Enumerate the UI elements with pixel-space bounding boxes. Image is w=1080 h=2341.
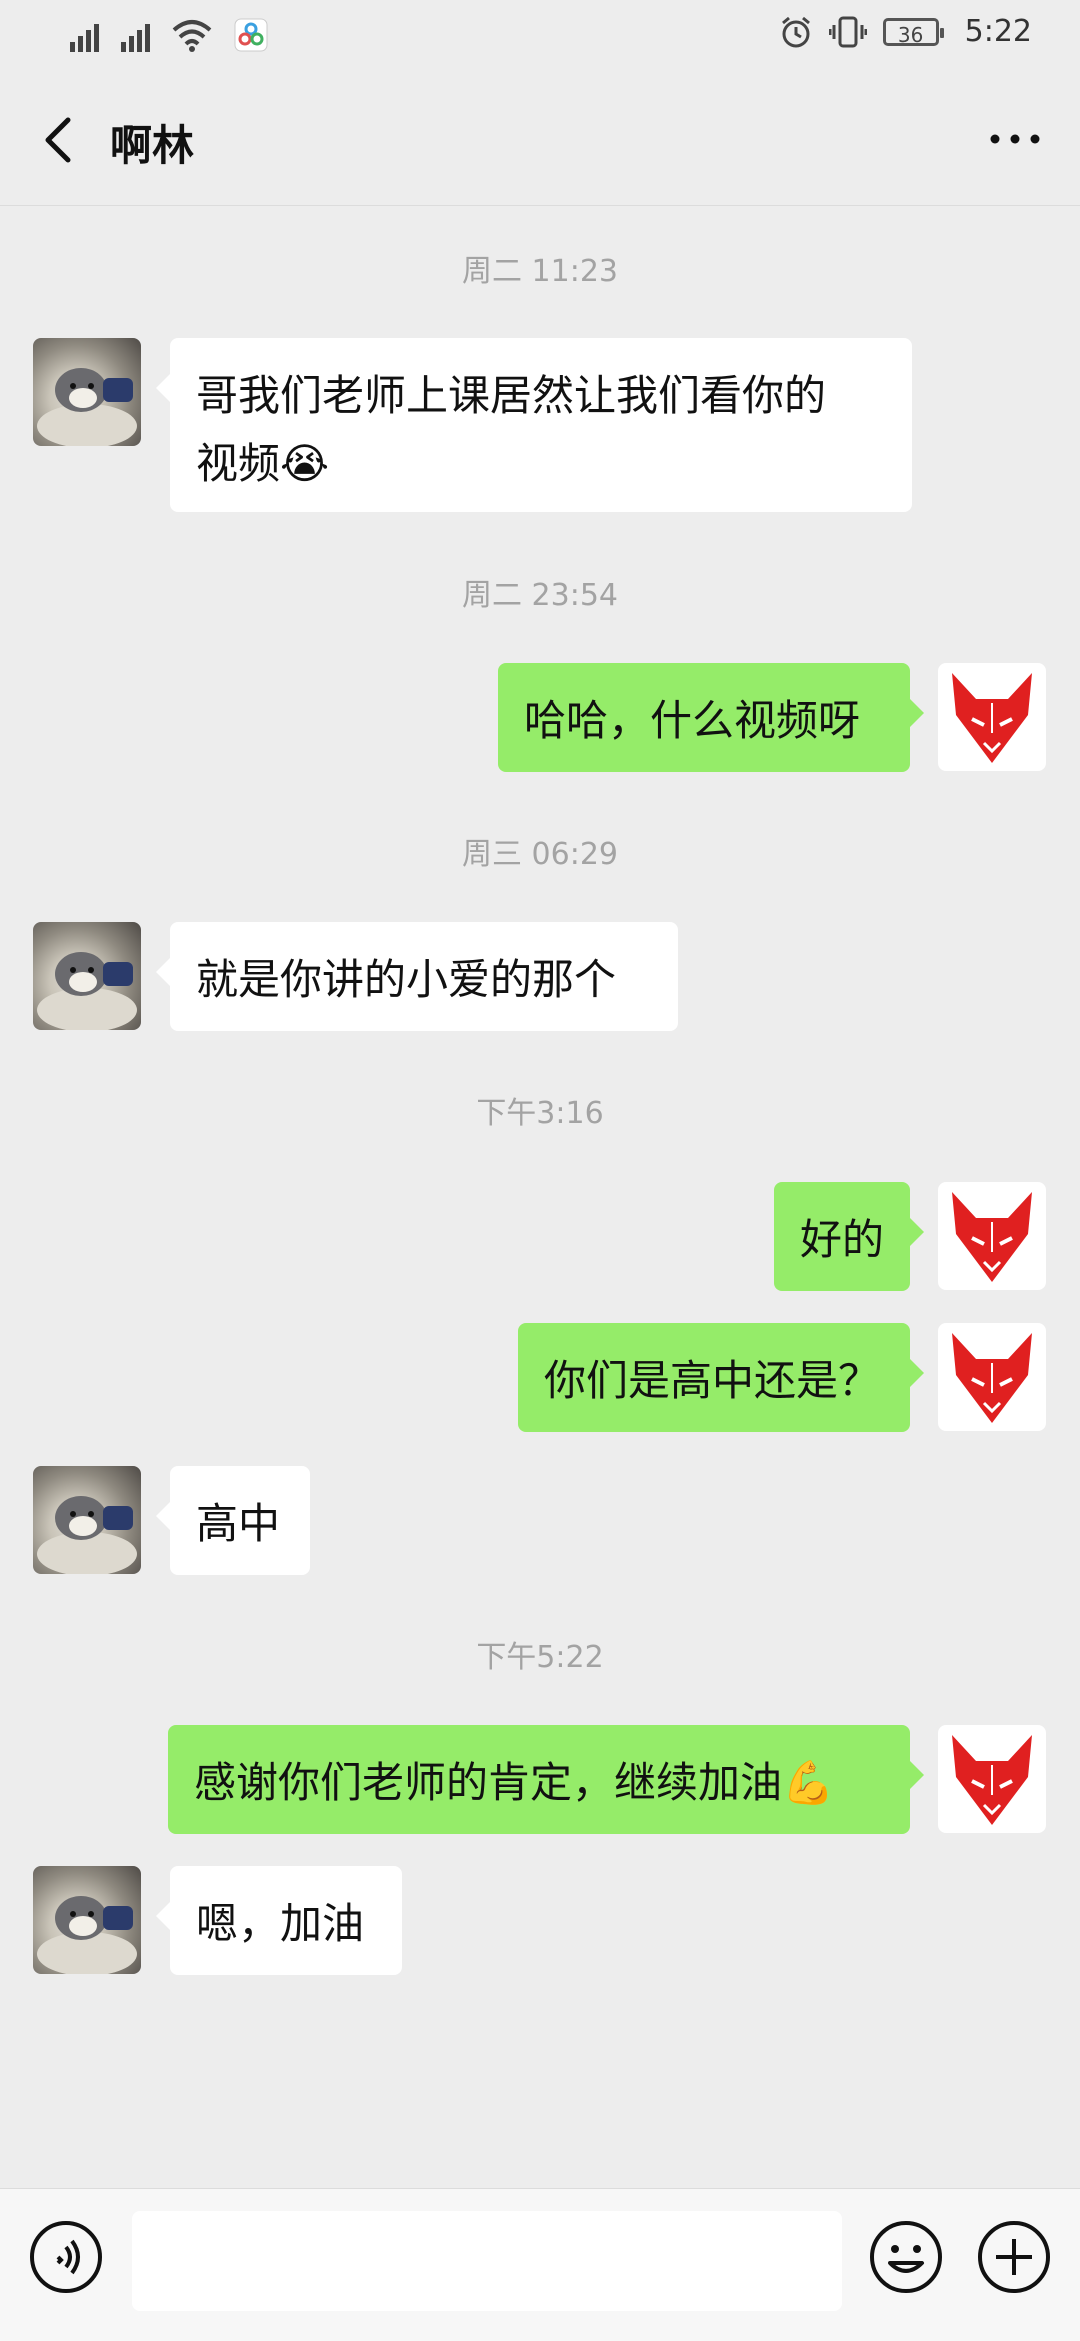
battery-icon: 36 (882, 17, 944, 47)
app-notification-icon (234, 18, 268, 52)
my-avatar[interactable] (938, 1725, 1046, 1833)
message-input[interactable] (132, 2211, 842, 2311)
contact-avatar[interactable] (33, 338, 141, 446)
chat-title: 啊林 (110, 121, 195, 170)
vibrate-icon (828, 16, 867, 47)
face-palm-emoji-icon: 😭 (280, 439, 330, 488)
alarm-icon (781, 16, 810, 47)
timestamp: 周二 23:54 (462, 578, 618, 613)
message-text: 你们是高中还是？ (544, 1356, 881, 1405)
message-bubble-received[interactable]: 就是你讲的小爱的那个 (156, 922, 678, 1031)
message-text: 哥我们老师上课居然让我们看你的 (196, 371, 827, 420)
plus-icon[interactable] (976, 2219, 1052, 2295)
message-bubble-received[interactable]: 嗯，加油 (156, 1866, 402, 1975)
timestamp: 周三 06:29 (462, 837, 618, 872)
status-left (70, 18, 268, 52)
my-avatar[interactable] (938, 1323, 1046, 1431)
message-text: 哈哈，什么视频呀 (524, 696, 861, 745)
signal-icon (70, 18, 99, 52)
message-text: 嗯，加油 (196, 1899, 365, 1948)
status-right: 36 5:22 (779, 14, 1032, 49)
message-bubble-sent[interactable]: 好的 (774, 1182, 924, 1291)
chat-header: 啊林 (0, 80, 1080, 206)
my-avatar[interactable] (938, 663, 1046, 771)
timestamp: 下午3:16 (476, 1096, 604, 1131)
contact-avatar[interactable] (33, 1466, 141, 1574)
message-bubble-sent[interactable]: 哈哈，什么视频呀 (498, 663, 924, 772)
message-bubble-received[interactable]: 高中 (156, 1466, 310, 1575)
message-text: 就是你讲的小爱的那个 (196, 955, 617, 1004)
timestamp: 下午5:22 (476, 1640, 604, 1675)
status-time: 5:22 (964, 14, 1032, 49)
back-icon[interactable] (30, 110, 90, 170)
contact-avatar[interactable] (33, 1866, 141, 1974)
message-bubble-sent[interactable]: 你们是高中还是？ (518, 1323, 924, 1432)
signal-icon (121, 18, 150, 52)
message-text: 视频 (196, 439, 281, 488)
message-text: 感谢你们老师的肯定，继续加油 (194, 1758, 783, 1807)
flexed-biceps-emoji-icon: 💪 (782, 1758, 835, 1807)
wifi-icon (172, 20, 212, 52)
my-avatar[interactable] (938, 1182, 1046, 1290)
more-icon[interactable] (980, 114, 1050, 164)
timestamp: 周二 11:23 (462, 254, 618, 289)
message-text: 视频😭 (196, 430, 886, 498)
input-bar (0, 2188, 1080, 2341)
contact-avatar[interactable] (33, 922, 141, 1030)
message-text: 高中 (196, 1499, 281, 1548)
message-bubble-sent[interactable]: 感谢你们老师的肯定，继续加油💪 (168, 1725, 924, 1834)
emoji-icon[interactable] (868, 2219, 944, 2295)
message-text: 好的 (800, 1215, 885, 1264)
status-bar: 36 5:22 (0, 0, 1080, 75)
voice-icon[interactable] (28, 2219, 104, 2295)
message-bubble-received[interactable]: 哥我们老师上课居然让我们看你的 视频😭 (156, 338, 912, 512)
